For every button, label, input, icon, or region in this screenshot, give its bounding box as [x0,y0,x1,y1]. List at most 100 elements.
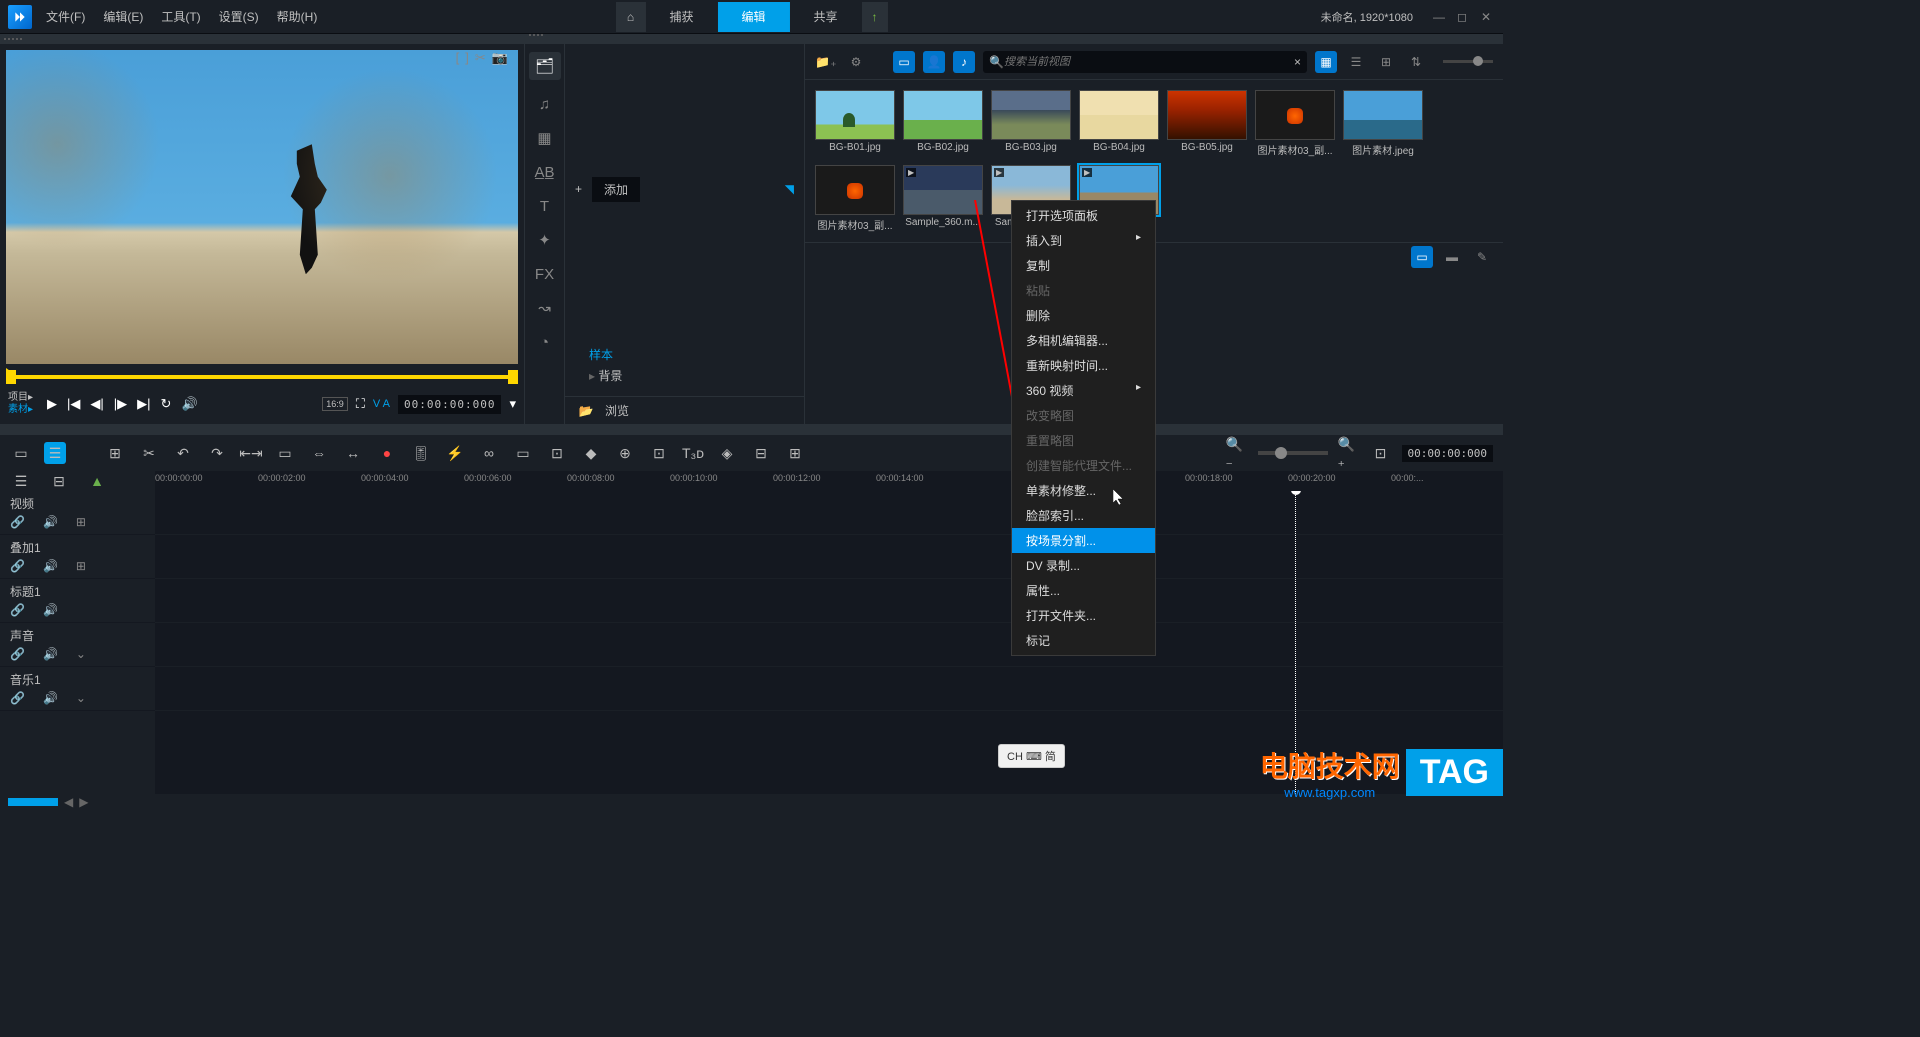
tool-split-icon[interactable]: ⊟ [750,442,772,464]
context-menu-item[interactable]: 插入到 [1012,228,1155,253]
close-icon[interactable]: ✕ [1481,10,1495,24]
go-end-icon[interactable]: ▶| [137,396,150,412]
cat-graphic-icon[interactable]: ✦ [535,230,555,250]
tool-marker-icon[interactable]: ◆ [580,442,602,464]
volume-icon[interactable]: 🔊 [181,396,197,412]
track-options-icon[interactable]: ⊟ [48,470,70,492]
cat-motion-icon[interactable]: ◔ [535,332,555,352]
go-start-icon[interactable]: |◀ [67,396,80,412]
search-input[interactable] [1004,56,1294,68]
library-thumb[interactable]: 图片素材03_副... [815,165,895,232]
menu-help[interactable]: 帮助(H) [277,8,318,25]
view-list-icon[interactable]: ☰ [1345,51,1367,73]
track-header-voice[interactable]: 声音 🔗🔊⌄ [0,623,155,667]
cat-path-icon[interactable]: ↝ [535,298,555,318]
cat-media-icon[interactable]: 🗂 [529,52,561,80]
tool-chain-icon[interactable]: ∞ [478,442,500,464]
tool-ripple-icon[interactable]: ▭ [274,442,296,464]
grid-icon[interactable]: ⊞ [76,515,86,529]
library-thumb[interactable]: BG-B05.jpg [1167,90,1247,157]
context-menu-item[interactable]: 脸部索引... [1012,503,1155,528]
filter-audio-icon[interactable]: ♪ [953,51,975,73]
context-menu-item[interactable]: 单素材修整... [1012,478,1155,503]
preview-timecode[interactable]: 00:00:00:000 [398,395,501,414]
browse-button[interactable]: 浏览 [605,402,629,419]
context-menu-item[interactable]: 属性... [1012,578,1155,603]
track-add-icon[interactable]: ▲ [86,470,108,492]
tool-pan-zoom-icon[interactable]: ⊡ [648,442,670,464]
tool-stretch-icon[interactable]: ↔ [342,442,364,464]
context-menu-item[interactable]: 按场景分割... [1012,528,1155,553]
aspect-ratio-button[interactable]: 16:9 [322,397,348,411]
cat-text-icon[interactable]: T [535,196,555,216]
zoom-in-icon[interactable]: 🔍₊ [1338,442,1360,464]
tab-capture[interactable]: 捕获 [645,2,717,32]
folder-open-icon[interactable]: 📂 [575,400,597,422]
zoom-fit-icon[interactable]: ⊡ [1370,442,1392,464]
cut-icon[interactable]: ✂ [138,442,160,464]
next-frame-icon[interactable]: |▶ [114,396,127,412]
snapshot-icon[interactable]: 📷 [492,50,508,66]
tool-3d-icon[interactable]: T₃ᴅ [682,442,704,464]
preview-viewport[interactable]: [ ] ✂ 📷 [6,50,518,364]
track-header-overlay[interactable]: 叠加1 🔗🔊⊞ [0,535,155,579]
track-header-video[interactable]: 视频 🔗🔊⊞ [0,491,155,535]
play-icon[interactable]: ▶ [47,396,57,412]
tab-edit[interactable]: 编辑 [717,2,789,32]
mark-in-icon[interactable]: [ [456,50,460,66]
menu-settings[interactable]: 设置(S) [219,8,259,25]
tab-share[interactable]: 共享 [790,2,862,32]
tree-background[interactable]: 背景 [573,365,757,386]
track-header-title[interactable]: 标题1 🔗🔊 [0,579,155,623]
menu-edit[interactable]: 编辑(E) [103,8,143,25]
filter-video-icon[interactable]: ▭ [893,51,915,73]
context-menu-item[interactable]: 复制 [1012,253,1155,278]
timeline-scrollbar[interactable] [8,798,58,806]
context-menu-item[interactable]: DV 录制... [1012,553,1155,578]
scissors-icon[interactable]: ✂ [475,50,486,66]
panel-opt1-icon[interactable]: ▭ [1411,246,1433,268]
redo-icon[interactable]: ↷ [206,442,228,464]
timecode-menu-icon[interactable]: ▾ [509,396,516,412]
timeline-ruler[interactable]: 00:00:00:0000:00:02:0000:00:04:0000:00:0… [155,471,1503,491]
track-menu-icon[interactable]: ☰ [10,470,32,492]
tool-auto-icon[interactable]: ⚡ [444,442,466,464]
tool-chapter-icon[interactable]: ⊡ [546,442,568,464]
library-thumb[interactable]: 图片素材.jpeg [1343,90,1423,157]
add-media-button[interactable]: 添加 [592,177,640,202]
tool-multi-trim-icon[interactable]: ⊞ [784,442,806,464]
thumb-size-slider[interactable] [1443,60,1493,63]
tool-slip-icon[interactable]: ⇔ [308,442,330,464]
context-menu-item[interactable]: 重新映射时间... [1012,353,1155,378]
cat-transition-icon[interactable]: ▦ [535,128,555,148]
context-menu-item[interactable]: 多相机编辑器... [1012,328,1155,353]
context-menu-item[interactable]: 360 视频 [1012,378,1155,403]
tool-rec-icon[interactable]: ● [376,442,398,464]
sort-icon[interactable]: ⇅ [1405,51,1427,73]
link-icon[interactable]: 🔗 [10,515,25,529]
mute-icon[interactable]: 🔊 [43,515,58,529]
bookmark-icon[interactable]: ◥ [785,182,794,196]
library-thumb[interactable]: BG-B04.jpg [1079,90,1159,157]
context-menu-item[interactable]: 删除 [1012,303,1155,328]
mark-out-icon[interactable]: ] [465,50,469,66]
tool-mask-icon[interactable]: ◈ [716,442,738,464]
minimize-icon[interactable]: — [1433,10,1447,24]
maximize-icon[interactable]: ◻ [1457,10,1471,24]
library-thumb[interactable]: BG-B03.jpg [991,90,1071,157]
cat-title-icon[interactable]: A̲B̲ [535,162,555,182]
storyboard-view-icon[interactable]: ▭ [10,442,32,464]
timeline-view-icon[interactable]: ☰ [44,442,66,464]
library-thumb[interactable]: ▶Sample_360.m... [903,165,983,232]
fullscreen-icon[interactable]: ⛶ [356,396,365,412]
tool-subtitle-icon[interactable]: ▭ [512,442,534,464]
library-thumb[interactable]: BG-B02.jpg [903,90,983,157]
panel-opt2-icon[interactable]: ▬ [1441,246,1463,268]
tool-mixer-icon[interactable]: 🎚 [410,442,432,464]
search-box[interactable]: 🔍 × [983,51,1307,73]
menu-tools[interactable]: 工具(T) [161,8,200,25]
import-gear-icon[interactable]: ⚙ [845,51,867,73]
zoom-out-icon[interactable]: 🔍₋ [1226,442,1248,464]
scrub-bar[interactable] [6,370,518,384]
import-folder-icon[interactable]: 📁₊ [815,51,837,73]
